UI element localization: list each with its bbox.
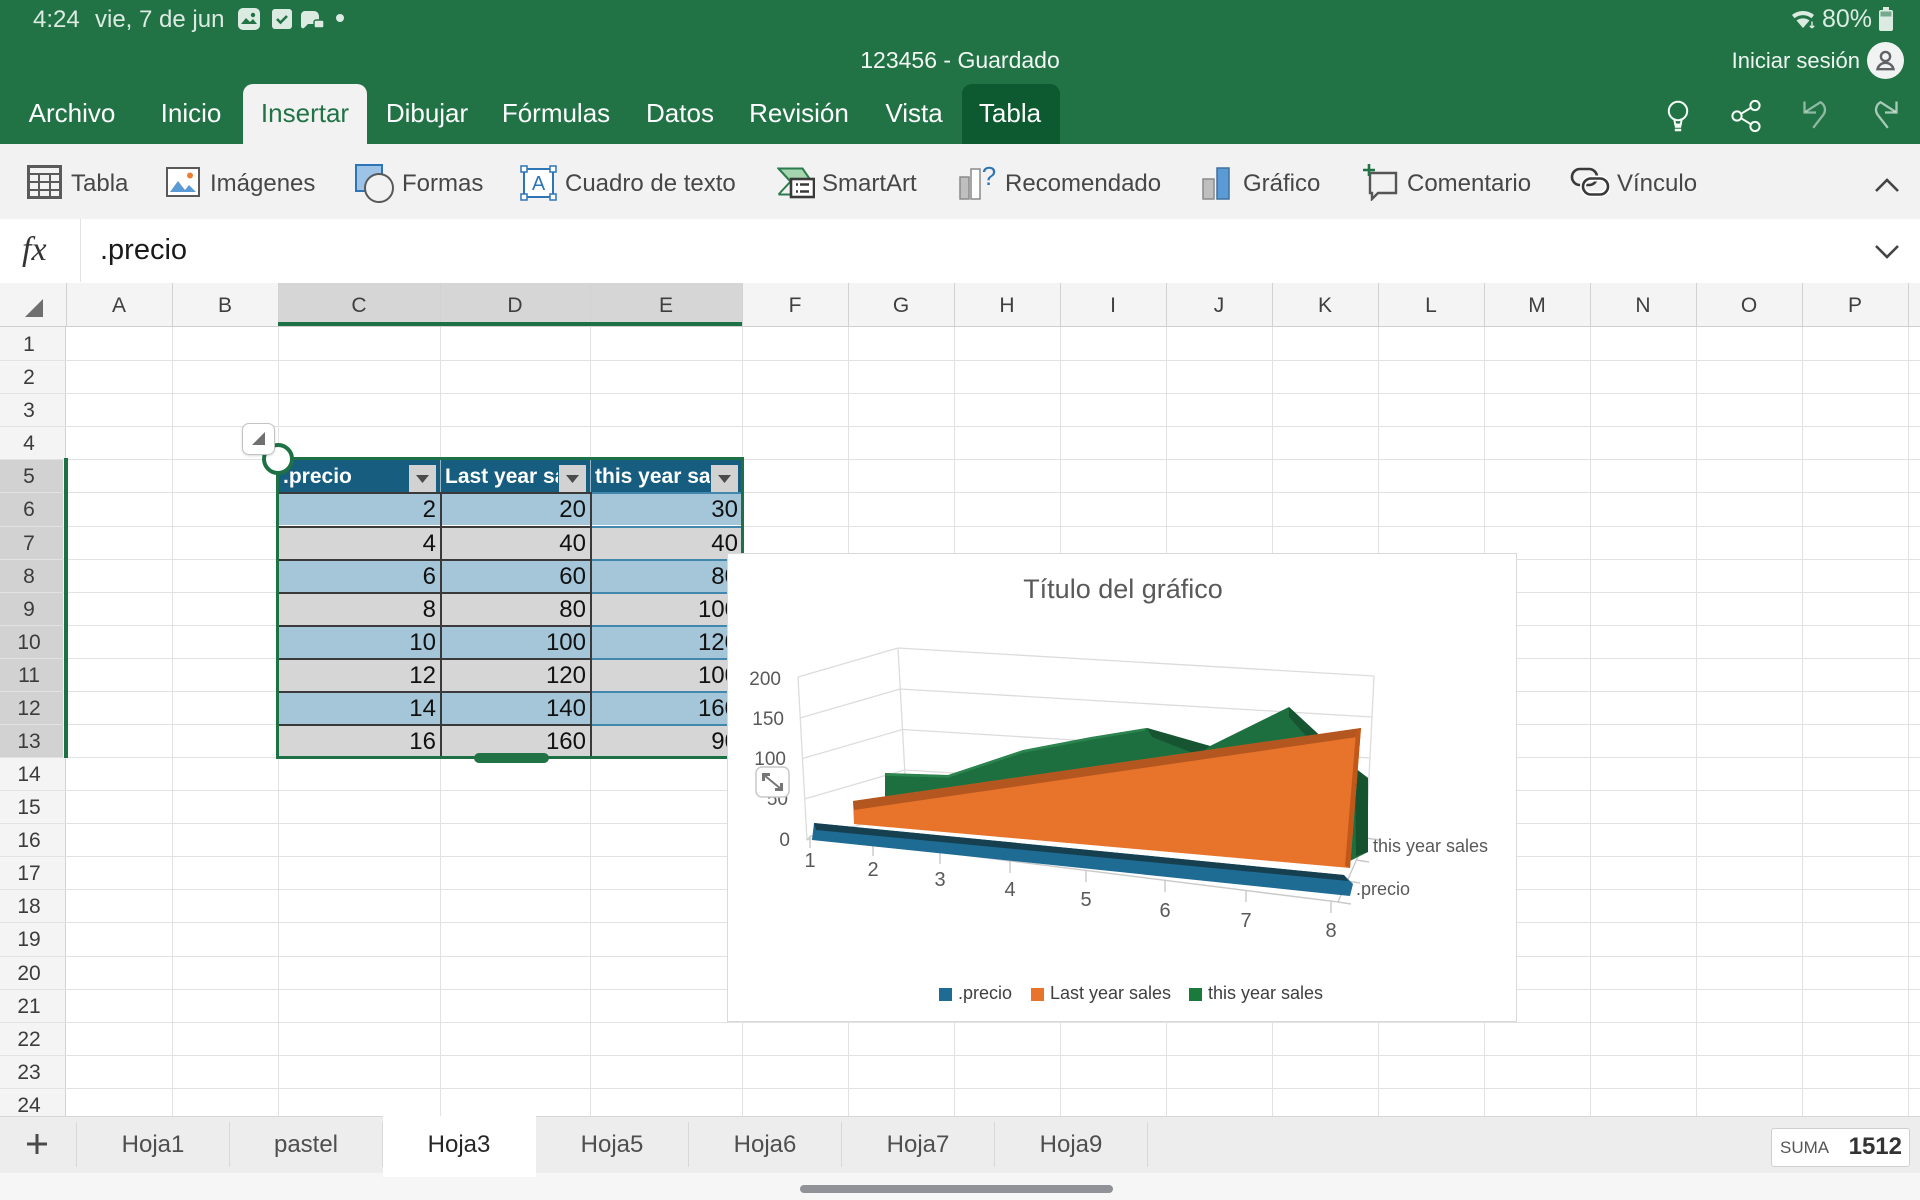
svg-text:this year sales: this year sales [1208, 983, 1323, 1003]
svg-text:Título del gráfico: Título del gráfico [1023, 574, 1223, 604]
svg-text:?: ? [982, 165, 996, 191]
svg-text:1: 1 [804, 850, 815, 872]
svg-text:0: 0 [779, 830, 790, 851]
svg-text:5: 5 [1080, 889, 1091, 911]
svg-text:this year sales: this year sales [1373, 836, 1488, 856]
svg-text:A: A [532, 173, 546, 195]
svg-text:4: 4 [1004, 879, 1015, 901]
svg-text:3: 3 [934, 869, 945, 891]
svg-text:6: 6 [1159, 900, 1170, 922]
svg-text:8: 8 [1325, 920, 1336, 942]
svg-text:2: 2 [867, 859, 878, 881]
svg-text:.precio: .precio [958, 983, 1012, 1003]
svg-text:Last year sales: Last year sales [1050, 983, 1171, 1003]
svg-text:.precio: .precio [1356, 879, 1410, 899]
svg-text:150: 150 [752, 709, 784, 730]
svg-text:200: 200 [749, 669, 781, 690]
svg-text:7: 7 [1240, 910, 1251, 932]
